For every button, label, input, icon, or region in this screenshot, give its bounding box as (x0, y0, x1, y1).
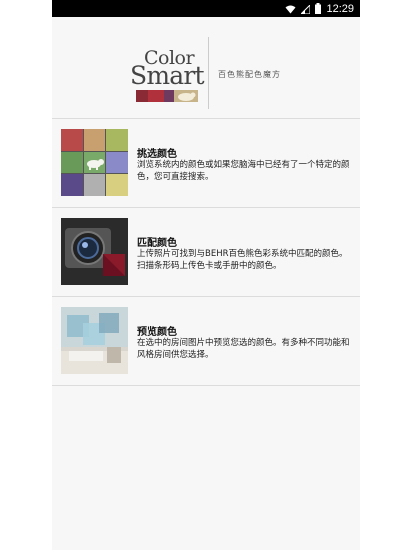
menu-item-title: 预览颜色 (137, 327, 177, 338)
grid-swatch (61, 174, 83, 196)
status-time: 12:29 (326, 2, 354, 15)
grid-swatch (83, 174, 106, 196)
menu-item-preview-color[interactable]: 预览颜色 在选中的房间图片中预览您选的颜色。有多种不同功能和风格房间供您选择。 (52, 297, 360, 386)
menu-item-description: 上传照片可找到与BEHR百色熊色彩系统中匹配的颜色。扫描条形码上传色卡或手册中的… (137, 249, 348, 271)
color-grid-thumbnail (61, 129, 128, 196)
menu-item-description: 浏览系统内的颜色或如果您脑海中已经有了一个特定的颜色，您可直接搜索。 (137, 160, 350, 182)
battery-icon (315, 0, 322, 18)
header-divider (208, 37, 209, 109)
logo-swatch (148, 90, 164, 102)
camera-thumbnail (61, 218, 128, 285)
menu-item-description: 在选中的房间图片中预览您选的颜色。有多种不同功能和风格房间供您选择。 (137, 338, 350, 360)
logo-swatches (136, 90, 198, 102)
camera-icon (61, 218, 128, 285)
header-tagline: 百色熊配色魔方 (218, 70, 281, 79)
signal-icon (300, 0, 311, 18)
empty-content-area (52, 387, 360, 550)
wifi-icon (285, 0, 296, 18)
menu-item-title: 挑选颜色 (137, 149, 177, 160)
logo-swatch (164, 90, 174, 102)
menu-item-pick-color[interactable]: 挑选颜色 浏览系统内的颜色或如果您脑海中已经有了一个特定的颜色，您可直接搜索。 (52, 119, 360, 208)
menu-item-match-color[interactable]: 匹配颜色 上传照片可找到与BEHR百色熊色彩系统中匹配的颜色。扫描条形码上传色卡… (52, 208, 360, 297)
grid-swatch (106, 174, 128, 196)
room-thumbnail (61, 307, 128, 374)
grid-swatch (106, 151, 128, 174)
logo-swatch (136, 90, 148, 102)
app-header: Color Smart 百色熊配色魔方 (52, 17, 360, 119)
bear-logo-icon (174, 90, 198, 102)
grid-swatch (83, 129, 106, 151)
status-bar: 12:29 (52, 0, 360, 17)
room-icon (61, 307, 128, 374)
color-grid (61, 129, 128, 196)
bear-icon (83, 151, 106, 174)
app-screen: Color Smart 百色熊配色魔方 挑选颜色 浏览系统内的颜色或如果您脑海中… (52, 17, 360, 550)
grid-swatch (106, 129, 128, 151)
grid-swatch (61, 129, 83, 151)
menu-item-title: 匹配颜色 (137, 238, 177, 249)
status-icons: 12:29 (285, 0, 354, 17)
logo-text-smart: Smart (130, 61, 205, 90)
grid-swatch (61, 151, 83, 174)
